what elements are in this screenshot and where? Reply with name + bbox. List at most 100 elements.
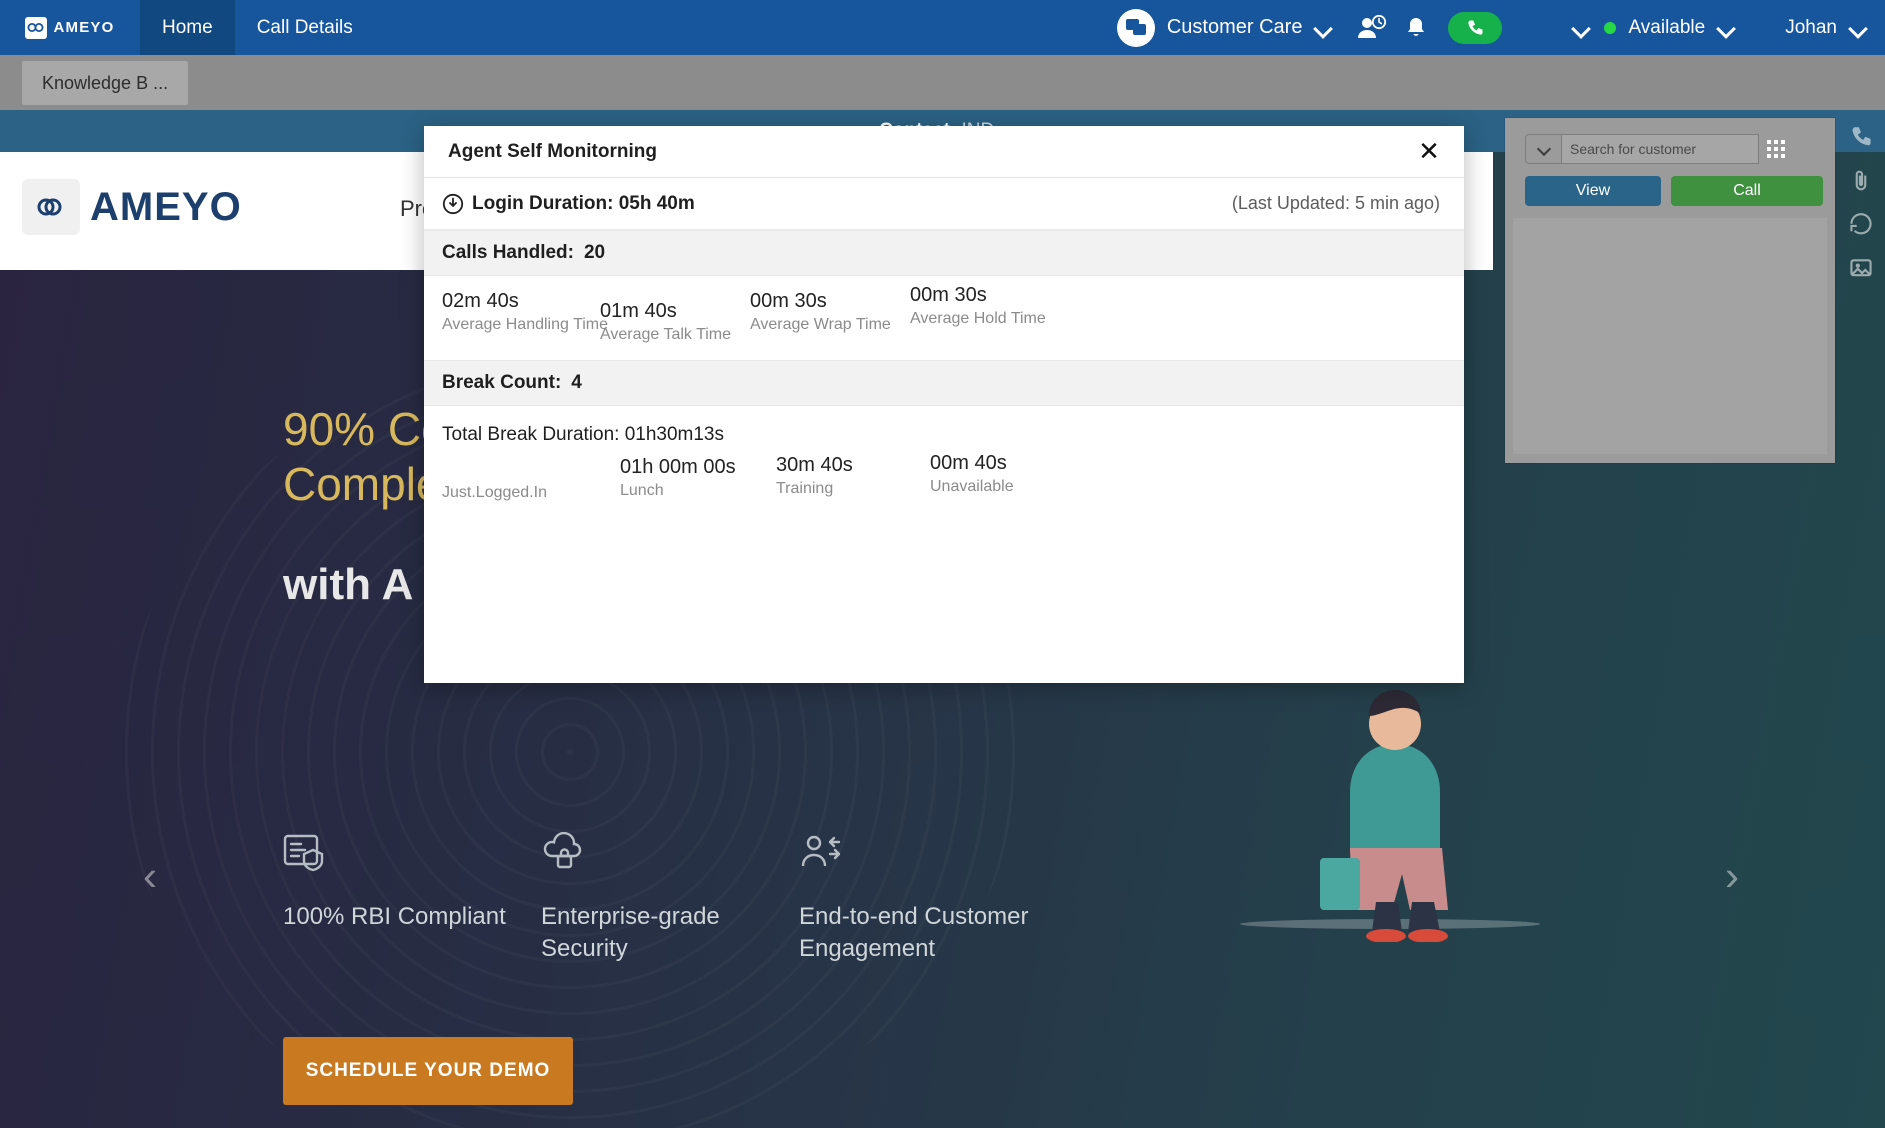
metric-label: Average Talk Time xyxy=(600,326,732,343)
panel-action-buttons: View Call xyxy=(1525,176,1823,206)
nav-tab-call-details[interactable]: Call Details xyxy=(235,0,375,55)
agent-self-monitoring-modal: Agent Self Monitorning ✕ Login Duration:… xyxy=(424,126,1464,683)
metric-value: 00m 30s xyxy=(750,290,827,312)
customer-result-area xyxy=(1513,218,1827,454)
status-label: Available xyxy=(1628,16,1706,38)
total-break-duration: Total Break Duration: 01h30m13s xyxy=(442,424,724,445)
metric-label: Average Wrap Time xyxy=(750,316,891,333)
chevron-down-icon[interactable] xyxy=(1717,19,1735,37)
infinity-icon xyxy=(27,23,44,32)
ameyo-logo[interactable]: AMEYO xyxy=(0,0,140,55)
customer-engagement-icon xyxy=(801,835,841,867)
metric-value: 02m 40s xyxy=(442,290,519,312)
search-input[interactable] xyxy=(1561,134,1759,164)
hero-subheading: with A xyxy=(283,560,414,609)
metric-average-hold-time: 00m 30s Average Hold Time xyxy=(910,284,1046,328)
metric-average-talk-time: 01m 40s Average Talk Time xyxy=(600,300,731,344)
calls-handled-value: 20 xyxy=(583,242,606,263)
calls-handled-header: Calls Handled: 20 xyxy=(424,230,1464,276)
carousel-prev-button[interactable]: ‹ xyxy=(130,855,170,897)
user-menu-chevron-icon[interactable] xyxy=(1849,19,1867,37)
search-type-dropdown[interactable] xyxy=(1525,134,1561,164)
break-count-header: Break Count: 4 xyxy=(424,360,1464,406)
break-label: Just.Logged.In xyxy=(442,484,547,501)
call-button[interactable]: Call xyxy=(1671,176,1823,206)
queue-selector[interactable]: Customer Care xyxy=(1116,8,1333,47)
queue-label: Customer Care xyxy=(1166,16,1303,38)
phone-icon[interactable] xyxy=(1848,124,1874,150)
agent-clock-icon[interactable] xyxy=(1350,6,1394,50)
metric-label: Average Hold Time xyxy=(910,310,1046,327)
customer-search-row xyxy=(1525,134,1793,164)
site-logo-text: AMEYO xyxy=(90,184,242,229)
modal-header: Agent Self Monitorning ✕ xyxy=(424,126,1464,178)
image-icon[interactable] xyxy=(1848,255,1874,281)
feature-item: End-to-end Customer Engagement xyxy=(799,832,1057,966)
view-button[interactable]: View xyxy=(1525,176,1661,206)
site-logo-mark xyxy=(22,179,80,235)
calls-handled-label: Calls Handled: xyxy=(442,242,574,263)
callback-icon[interactable] xyxy=(1848,211,1874,237)
metric-value: 00m 30s xyxy=(910,284,987,306)
right-icon-rail xyxy=(1836,110,1885,280)
schedule-demo-button[interactable]: SCHEDULE YOUR DEMO xyxy=(283,1037,573,1105)
metric-value: 01m 40s xyxy=(600,300,677,322)
secondary-tabstrip: Knowledge B ... xyxy=(0,55,1885,110)
feature-item: Enterprise-grade Security xyxy=(541,831,799,966)
hero-heading: 90% Co Comple xyxy=(283,402,447,512)
last-updated-text: (Last Updated: 5 min ago) xyxy=(1231,193,1440,213)
user-name: Johan xyxy=(1785,16,1837,38)
status-dot xyxy=(1604,21,1617,34)
hero-line-1: 90% Co xyxy=(283,403,447,455)
ameyo-logo-mark xyxy=(25,16,48,39)
break-count-label: Break Count: xyxy=(442,372,562,393)
close-icon[interactable]: ✕ xyxy=(1414,136,1444,166)
feature-list: 100% RBI Compliant Enterprise-grade Secu… xyxy=(283,831,1057,966)
break-item-unavailable: 00m 40s Unavailable xyxy=(930,452,1014,496)
chat-icon xyxy=(1116,8,1155,47)
break-value: 30m 40s xyxy=(776,454,853,476)
break-item-just-logged-in: Just.Logged.In xyxy=(442,481,547,502)
metric-average-wrap-time: 00m 30s Average Wrap Time xyxy=(750,290,891,334)
chevron-down-icon[interactable] xyxy=(1314,19,1332,37)
metric-label: Average Handling Time xyxy=(442,316,609,333)
feature-label: Enterprise-grade Security xyxy=(541,903,720,963)
carousel-next-button[interactable]: › xyxy=(1712,855,1752,897)
login-duration-text: Login Duration: 05h 40m xyxy=(472,192,695,214)
ameyo-logo-text: AMEYO xyxy=(53,19,115,36)
grid-icon[interactable] xyxy=(1759,134,1793,164)
break-item-lunch: 01h 00m 00s Lunch xyxy=(620,456,736,500)
break-item-training: 30m 40s Training xyxy=(776,454,853,498)
hero-line-2: Comple xyxy=(283,458,442,511)
customer-search-panel: View Call xyxy=(1505,118,1835,463)
cloud-lock-icon xyxy=(543,831,582,869)
login-duration-row: Login Duration: 05h 40m (Last Updated: 5… xyxy=(424,178,1464,230)
call-options-chevron-icon[interactable] xyxy=(1572,19,1590,37)
bell-icon[interactable] xyxy=(1394,6,1438,50)
shield-document-icon xyxy=(283,834,324,872)
power-icon xyxy=(442,193,464,214)
break-label: Lunch xyxy=(620,482,664,499)
illustration-person xyxy=(1240,690,1540,942)
nav-tab-home[interactable]: Home xyxy=(140,0,235,55)
metric-average-handling-time: 02m 40s Average Handling Time xyxy=(442,290,608,334)
break-label: Training xyxy=(776,480,834,497)
break-value: 01h 00m 00s xyxy=(620,456,736,478)
infinity-icon xyxy=(37,198,62,216)
break-value: 00m 40s xyxy=(930,452,1007,474)
application-window: AMEYO Pro 90% Co Comple with A 100% RBI … xyxy=(0,0,1885,1128)
feature-label: 100% RBI Compliant xyxy=(283,903,506,930)
phone-icon xyxy=(1468,20,1483,35)
break-label: Unavailable xyxy=(930,478,1014,495)
agent-status[interactable]: Available xyxy=(1604,17,1735,39)
break-details: Total Break Duration: 01h30m13s Just.Log… xyxy=(424,406,1464,556)
call-metrics: 02m 40s Average Handling Time 01m 40s Av… xyxy=(424,276,1464,360)
call-button[interactable] xyxy=(1448,11,1503,44)
knowledge-base-tab[interactable]: Knowledge B ... xyxy=(22,61,189,105)
top-header: AMEYO Home Call Details Customer Care Av… xyxy=(0,0,1885,55)
attachment-icon[interactable] xyxy=(1848,168,1874,194)
site-logo: AMEYO xyxy=(22,179,242,235)
feature-item: 100% RBI Compliant xyxy=(283,832,541,966)
break-count-value: 4 xyxy=(571,372,582,393)
modal-title: Agent Self Monitorning xyxy=(448,140,657,162)
